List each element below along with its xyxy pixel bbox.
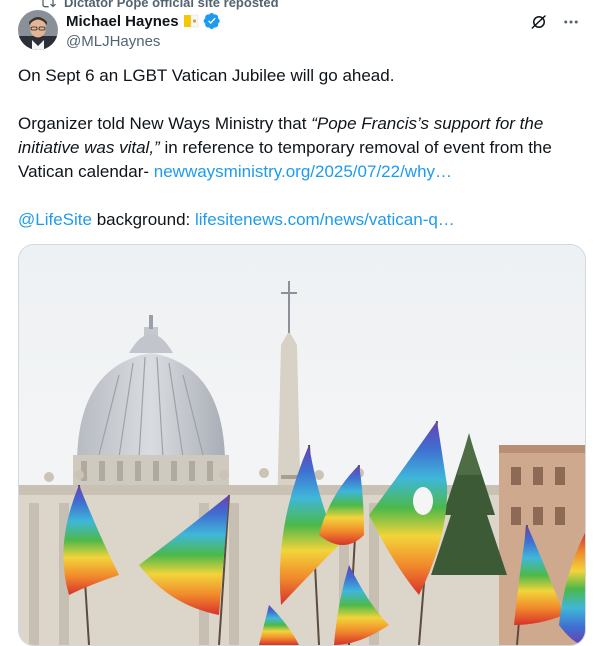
tweet-text: On Sept 6 an LGBT Vatican Jubilee will g… [18, 64, 584, 232]
author-handle[interactable]: @MLJHaynes [66, 33, 160, 50]
tweet-paragraph-2: Organizer told New Ways Ministry that “P… [18, 112, 584, 184]
repost-icon [40, 0, 56, 8]
tweet-line-1: On Sept 6 an LGBT Vatican Jubilee will g… [18, 66, 395, 85]
tweet-p2-lead: Organizer told New Ways Ministry that [18, 114, 312, 133]
verified-badge-icon [203, 12, 220, 30]
newways-link[interactable]: newwaysministry.org/2025/07/22/why… [154, 162, 452, 181]
lifesite-mention[interactable]: @LifeSite [18, 210, 92, 229]
tweet-paragraph-3: @LifeSite background: lifesitenews.com/n… [18, 208, 584, 232]
author-name[interactable]: Michael Haynes [66, 13, 179, 30]
repost-label: Dictator Pope official site reposted [64, 0, 279, 10]
more-icon[interactable] [562, 13, 580, 31]
avatar[interactable] [18, 10, 58, 50]
tweet-photo[interactable] [18, 244, 586, 646]
vatican-flag-icon [183, 14, 199, 28]
repost-header[interactable]: Dictator Pope official site reposted [40, 0, 279, 10]
grok-icon[interactable] [530, 13, 548, 31]
tweet-p3-mid: background: [91, 210, 195, 229]
photo-scene [19, 245, 585, 645]
lifesite-link[interactable]: lifesitenews.com/news/vatican-q… [195, 210, 455, 229]
